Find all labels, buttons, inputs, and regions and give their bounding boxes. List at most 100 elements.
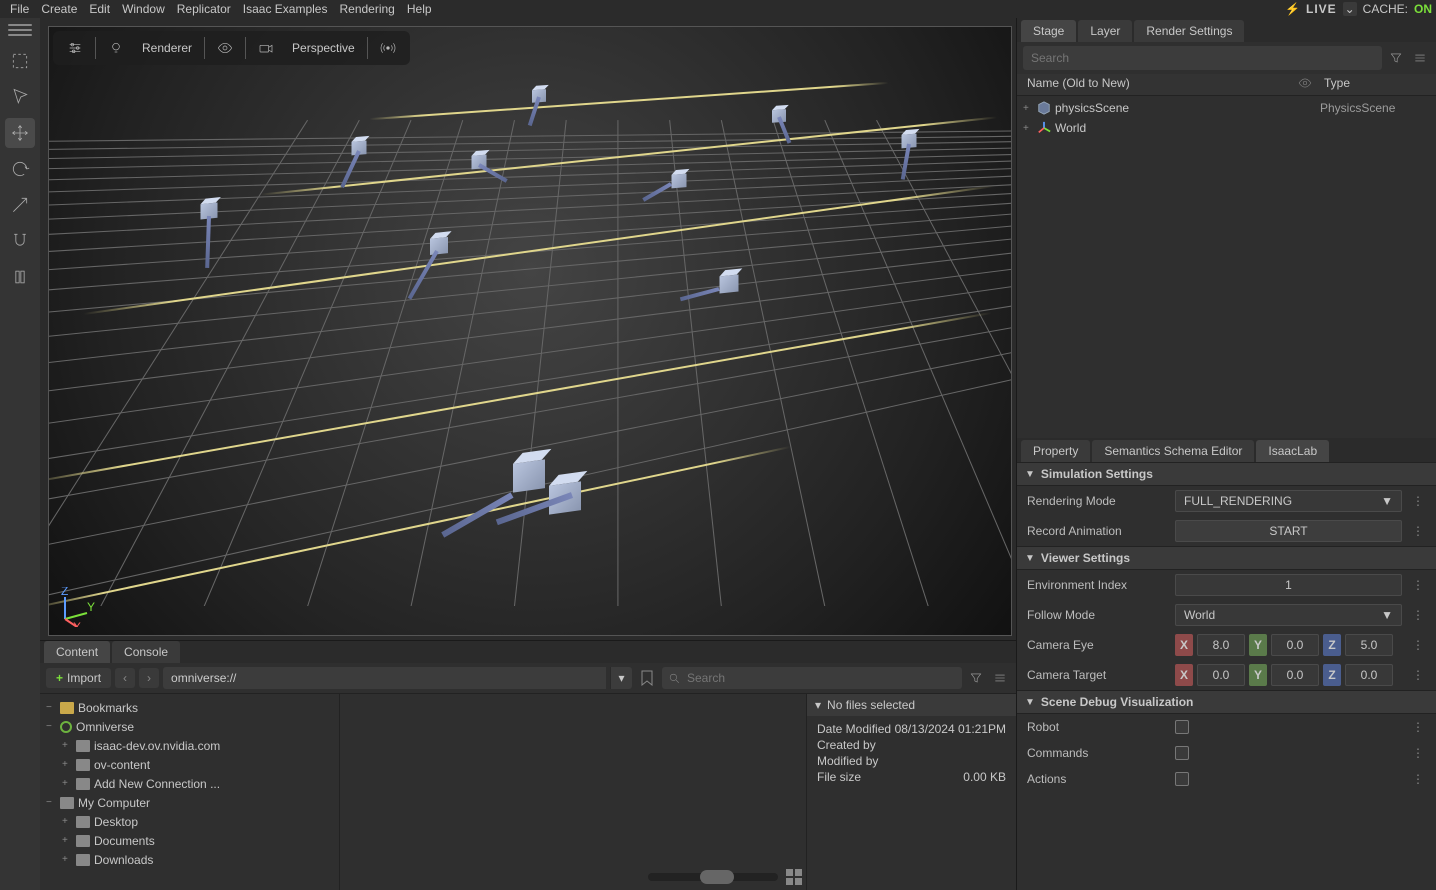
cache-label: CACHE:	[1363, 2, 1408, 16]
tab-stage[interactable]: Stage	[1021, 20, 1076, 42]
tab-semantics[interactable]: Semantics Schema Editor	[1092, 440, 1254, 462]
commands-checkbox[interactable]	[1175, 746, 1189, 760]
record-animation-label: Record Animation	[1027, 524, 1167, 538]
menu-window[interactable]: Window	[116, 2, 171, 16]
bolt-icon: ⚡	[1285, 2, 1300, 16]
more-icon[interactable]: ⋮	[1410, 720, 1426, 734]
menu-help[interactable]: Help	[401, 2, 438, 16]
menu-rendering[interactable]: Rendering	[333, 2, 400, 16]
content-tree[interactable]: −Bookmarks−Omniverse+isaac-dev.ov.nvidia…	[40, 694, 340, 890]
menu-items: File Create Edit Window Replicator Isaac…	[4, 2, 438, 16]
menu-replicator[interactable]: Replicator	[171, 2, 237, 16]
snap-tool-icon[interactable]	[5, 226, 35, 256]
pause-tool-icon[interactable]	[5, 262, 35, 292]
tab-isaaclab[interactable]: IsaacLab	[1256, 440, 1329, 462]
rotate-tool-icon[interactable]	[5, 154, 35, 184]
floor-grid	[49, 27, 1011, 606]
axis-y-icon: Y	[1249, 664, 1267, 686]
tab-content[interactable]: Content	[44, 641, 110, 663]
more-icon[interactable]: ⋮	[1410, 772, 1426, 786]
grid-view-icon[interactable]	[786, 869, 802, 885]
stage-tree[interactable]: + physicsScenePhysicsScene + World	[1017, 96, 1436, 438]
filter-icon[interactable]	[966, 668, 986, 688]
more-icon[interactable]: ⋮	[1410, 668, 1426, 682]
tab-console[interactable]: Console	[112, 641, 180, 663]
more-icon[interactable]: ⋮	[1410, 578, 1426, 592]
section-simulation[interactable]: ▼Simulation Settings	[1017, 462, 1436, 486]
details-header: No files selected	[827, 698, 915, 712]
cam-tgt-z[interactable]: 0.0	[1345, 664, 1393, 686]
more-icon[interactable]: ⋮	[1410, 524, 1426, 538]
nav-back-icon[interactable]: ‹	[115, 668, 135, 688]
env-index-label: Environment Index	[1027, 578, 1167, 592]
cam-tgt-x[interactable]: 0.0	[1197, 664, 1245, 686]
hamburger-icon[interactable]	[8, 24, 32, 36]
left-toolbar	[0, 18, 40, 890]
camera-target-label: Camera Target	[1027, 668, 1167, 682]
robot-label: Robot	[1027, 720, 1167, 734]
stage-row[interactable]: + World	[1017, 118, 1436, 138]
thumb-size-slider[interactable]	[648, 873, 778, 881]
follow-mode-dropdown[interactable]: World▼	[1175, 604, 1402, 626]
content-tree-item[interactable]: +Add New Connection ...	[40, 774, 339, 793]
more-icon[interactable]: ⋮	[1410, 746, 1426, 760]
options-icon[interactable]	[990, 668, 1010, 688]
nav-fwd-icon[interactable]: ›	[139, 668, 159, 688]
axes-icon	[1037, 121, 1051, 135]
menu-isaac-examples[interactable]: Isaac Examples	[237, 2, 334, 16]
select-tool-icon[interactable]	[5, 82, 35, 112]
scale-tool-icon[interactable]	[5, 190, 35, 220]
content-grid[interactable]	[340, 694, 806, 890]
import-button[interactable]: +Import	[46, 668, 111, 688]
content-search[interactable]	[662, 667, 962, 689]
bookmark-icon[interactable]	[636, 667, 658, 689]
right-panel: Stage Layer Render Settings Name (Old to…	[1016, 18, 1436, 890]
menu-edit[interactable]: Edit	[83, 2, 116, 16]
menu-file[interactable]: File	[4, 2, 35, 16]
content-tree-item[interactable]: +Downloads	[40, 850, 339, 869]
env-index-input[interactable]: 1	[1175, 574, 1402, 596]
cam-eye-x[interactable]: 8.0	[1197, 634, 1245, 656]
cam-eye-z[interactable]: 5.0	[1345, 634, 1393, 656]
axis-y-icon: Y	[1249, 634, 1267, 656]
stage-row[interactable]: + physicsScenePhysicsScene	[1017, 98, 1436, 118]
content-tree-item[interactable]: −My Computer	[40, 793, 339, 812]
more-icon[interactable]: ⋮	[1410, 638, 1426, 652]
content-tree-item[interactable]: +Desktop	[40, 812, 339, 831]
tab-layer[interactable]: Layer	[1078, 20, 1132, 42]
cam-tgt-y[interactable]: 0.0	[1271, 664, 1319, 686]
more-icon[interactable]: ⋮	[1410, 494, 1426, 508]
content-tree-item[interactable]: +ov-content	[40, 755, 339, 774]
options-icon[interactable]	[1410, 48, 1430, 68]
rendering-mode-dropdown[interactable]: FULL_RENDERING▼	[1175, 490, 1402, 512]
section-viewer[interactable]: ▼Viewer Settings	[1017, 546, 1436, 570]
commands-label: Commands	[1027, 746, 1167, 760]
tab-render-settings[interactable]: Render Settings	[1134, 20, 1244, 42]
menu-create[interactable]: Create	[35, 2, 83, 16]
robot-checkbox[interactable]	[1175, 720, 1189, 734]
follow-mode-label: Follow Mode	[1027, 608, 1167, 622]
path-dropdown-icon[interactable]: ▾	[610, 667, 632, 689]
content-tree-item[interactable]: −Bookmarks	[40, 698, 339, 717]
axis-gizmo-icon: Z Y X	[57, 587, 97, 627]
more-icon[interactable]: ⋮	[1410, 608, 1426, 622]
stage-search[interactable]	[1023, 46, 1382, 70]
axis-x-icon: X	[1175, 664, 1193, 686]
content-tree-item[interactable]: +isaac-dev.ov.nvidia.com	[40, 736, 339, 755]
live-chevron-icon[interactable]: ⌄	[1343, 2, 1357, 16]
content-tree-item[interactable]: +Documents	[40, 831, 339, 850]
actions-checkbox[interactable]	[1175, 772, 1189, 786]
cam-eye-y[interactable]: 0.0	[1271, 634, 1319, 656]
move-tool-icon[interactable]	[5, 118, 35, 148]
start-button[interactable]: START	[1175, 520, 1402, 542]
frame-tool-icon[interactable]	[5, 46, 35, 76]
property-panel: ▼Simulation Settings Rendering Mode FULL…	[1017, 462, 1436, 890]
filter-icon[interactable]	[1386, 48, 1406, 68]
content-tree-item[interactable]: −Omniverse	[40, 717, 339, 736]
section-debug[interactable]: ▼Scene Debug Visualization	[1017, 690, 1436, 714]
tab-property[interactable]: Property	[1021, 440, 1090, 462]
viewport[interactable]: Renderer Perspective	[48, 26, 1012, 636]
path-input[interactable]	[163, 667, 606, 689]
stage-tabs: Stage Layer Render Settings	[1017, 18, 1436, 42]
live-status[interactable]: LIVE	[1306, 2, 1337, 16]
